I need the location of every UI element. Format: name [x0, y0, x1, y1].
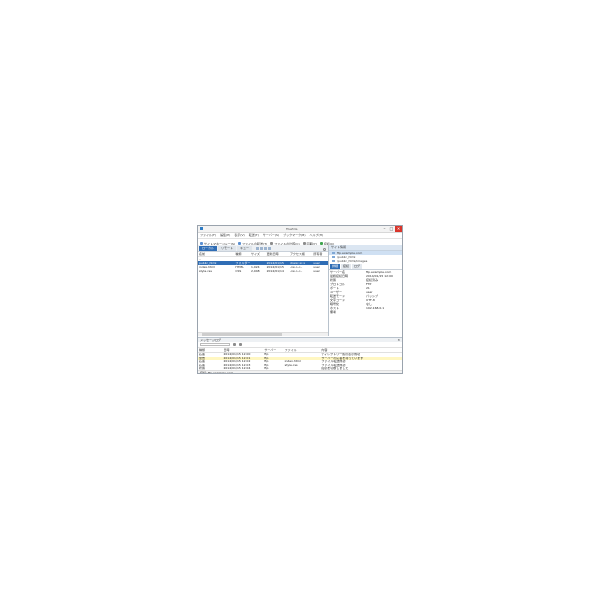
cell-name: style.css — [199, 269, 212, 273]
status-bar: 接続: ftp.example.com — [198, 370, 402, 373]
up-folder-icon[interactable] — [264, 247, 268, 250]
tab-log[interactable]: ログ — [352, 264, 363, 269]
tab-local[interactable]: ローカル — [199, 246, 218, 251]
menu-bookmarks[interactable]: ブックマーク(B) — [283, 233, 305, 238]
tab-connection[interactable]: 接続 — [341, 264, 352, 269]
tab-remote[interactable]: リモート — [218, 246, 237, 251]
tree-item-label: /public_html/images — [337, 259, 368, 263]
forward-icon[interactable] — [260, 247, 264, 250]
file-pane: ローカル リモート キュー 名前 種類 サイズ 更新日時 アクセス権 所有者 .… — [198, 245, 329, 336]
maximize-button[interactable]: □ — [388, 226, 395, 232]
window-title: FileZilla — [286, 227, 298, 231]
log-panel: メッセージログ ✕ 種類 日時 サーバー ファイル 内容 応答 2014/01/… — [198, 337, 402, 373]
cell-perm: -rw-r--r-- — [289, 269, 303, 273]
menu-view[interactable]: 表示(V) — [234, 233, 244, 238]
site-info-pane: サイト情報 ftp.example.com /public_html /publ… — [329, 245, 402, 336]
menu-transfer[interactable]: 転送(T) — [249, 233, 259, 238]
clear-log-icon[interactable] — [239, 343, 242, 346]
horizontal-scrollbar[interactable] — [198, 332, 328, 336]
file-table: 名前 種類 サイズ 更新日時 アクセス権 所有者 .. public_html … — [198, 252, 328, 273]
window-controls: – □ ✕ — [381, 226, 402, 232]
menu-file[interactable]: ファイル(F) — [200, 233, 216, 238]
title-bar: FileZilla – □ ✕ — [198, 226, 402, 233]
folder-icon — [332, 256, 335, 258]
tab-queue[interactable]: キュー — [237, 246, 253, 251]
menu-server[interactable]: サーバー(S) — [263, 233, 279, 238]
cell-size: 2,048 — [250, 269, 260, 273]
minimize-button[interactable]: – — [381, 226, 388, 232]
log-close-icon[interactable]: ✕ — [397, 338, 400, 342]
refresh-icon[interactable] — [268, 247, 272, 250]
cell-owner: user — [313, 269, 320, 273]
scrollbar-thumb[interactable] — [202, 333, 282, 336]
property-value — [366, 310, 402, 314]
file-pane-tabs: ローカル リモート キュー — [198, 245, 328, 252]
log-title: メッセージログ — [200, 338, 221, 342]
main-area: ローカル リモート キュー 名前 種類 サイズ 更新日時 アクセス権 所有者 .… — [198, 245, 402, 336]
close-button[interactable]: ✕ — [395, 226, 402, 232]
log-table: 種類 日時 サーバー ファイル 内容 応答 2014/01/15 12:00 f… — [198, 348, 402, 371]
property-list: サーバー名 ftp.example.com 最終接続日時 2014/01/15 12… — [329, 270, 402, 314]
table-row[interactable]: style.css CSS 2,048 2014/01/14 -rw-r--r-… — [198, 269, 328, 273]
back-icon[interactable] — [256, 247, 260, 250]
property-row: 備考 — [329, 310, 402, 314]
tab-details[interactable]: 詳細 — [330, 264, 341, 269]
folder-icon — [332, 260, 335, 262]
log-filter-input[interactable] — [200, 343, 230, 346]
server-icon — [332, 252, 335, 254]
menu-help[interactable]: ヘルプ(H) — [310, 233, 324, 238]
search-icon[interactable] — [323, 248, 326, 251]
filter-icon[interactable] — [233, 343, 236, 346]
cell-type: CSS — [235, 269, 242, 273]
tree-item[interactable]: /public_html/images — [329, 259, 402, 263]
app-icon — [200, 227, 203, 230]
menu-edit[interactable]: 編集(E) — [220, 233, 230, 238]
cell-date: 2014/01/14 — [266, 269, 284, 273]
pane-tools — [256, 246, 272, 251]
property-key: 備考 — [330, 310, 337, 314]
app-window: FileZilla – □ ✕ ファイル(F) 編集(E) 表示(V) 転送(T… — [197, 225, 403, 374]
